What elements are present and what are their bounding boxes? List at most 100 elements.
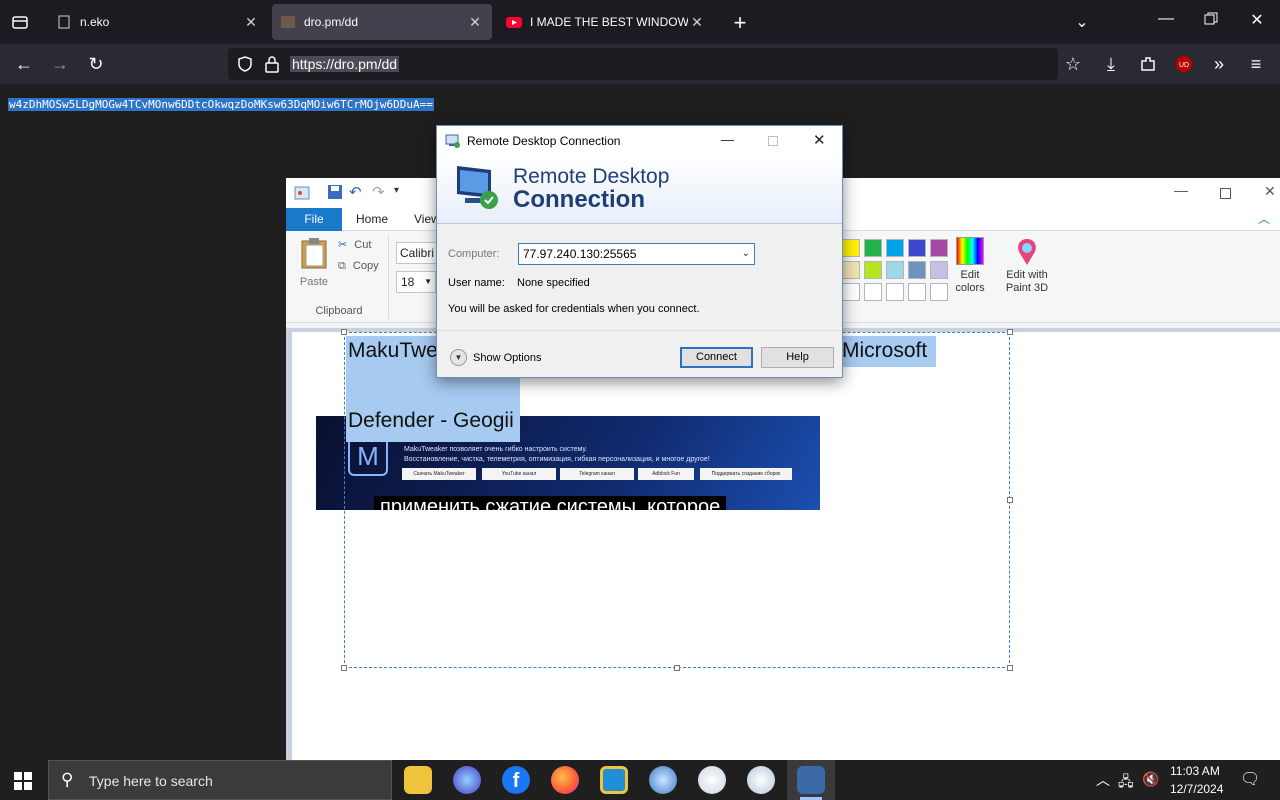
color-swatch-lavender[interactable]	[930, 261, 948, 279]
show-hidden-icons-icon[interactable]: ︿	[1096, 770, 1110, 790]
taskbar-search-box[interactable]: ⚲ Type here to search	[48, 760, 392, 800]
connect-button[interactable]: Connect	[680, 347, 753, 368]
chevron-down-icon[interactable]: ⌄	[742, 248, 750, 259]
edit-with-paint3d-button[interactable]: Edit with Paint 3D	[998, 237, 1056, 295]
paint-app-icon	[294, 185, 310, 206]
close-icon[interactable]: ✕	[813, 131, 826, 149]
svg-text:UD: UD	[1179, 62, 1189, 69]
tab-overview-icon[interactable]	[10, 12, 30, 32]
resize-handle[interactable]	[1007, 497, 1013, 503]
color-swatch-yellow[interactable]	[842, 239, 860, 257]
minimize-icon[interactable]: —	[1156, 10, 1176, 28]
minimize-icon[interactable]: —	[721, 132, 734, 147]
tab-home[interactable]: Home	[348, 208, 396, 231]
restore-icon[interactable]	[1201, 12, 1221, 31]
maximize-icon[interactable]	[1220, 186, 1231, 204]
tab-dro-pm[interactable]: dro.pm/dd ✕	[272, 4, 492, 40]
app-menu-icon[interactable]: ≡	[1244, 52, 1268, 76]
back-icon[interactable]: ←	[12, 52, 36, 76]
color-swatch-lightturquoise[interactable]	[886, 261, 904, 279]
redo-icon[interactable]: ↷	[372, 183, 385, 201]
color-swatch-lightyellow[interactable]	[842, 261, 860, 279]
remote-app-icon[interactable]	[600, 766, 628, 794]
close-tab-icon[interactable]: ✕	[688, 14, 706, 31]
color-swatch-purple[interactable]	[930, 239, 948, 257]
cut-button[interactable]: ✂ Cut	[338, 238, 371, 251]
edit-colors-button[interactable]: Edit colors	[950, 237, 990, 295]
resize-handle[interactable]	[341, 665, 347, 671]
copy-button[interactable]: ⧉ Copy	[338, 260, 379, 273]
url-text[interactable]: https://dro.pm/dd	[290, 56, 400, 72]
font-size-value: 18	[401, 275, 415, 289]
resize-handle[interactable]	[1007, 329, 1013, 335]
network-icon[interactable]: 🖧	[1118, 771, 1134, 795]
help-button[interactable]: Help	[761, 347, 834, 368]
paste-label: Paste	[299, 276, 329, 288]
color-swatch-green[interactable]	[864, 239, 882, 257]
network-tool-icon[interactable]	[649, 766, 677, 794]
selected-base64-text[interactable]: w4zDhMOSw5LDgMOGw4TCvMOnw6DDtcOkwqzDoMKs…	[8, 98, 434, 111]
close-icon[interactable]: ✕	[1264, 183, 1276, 200]
color-swatch-indigo[interactable]	[908, 239, 926, 257]
paste-button[interactable]: Paste	[296, 237, 332, 288]
resize-handle[interactable]	[674, 665, 680, 671]
undo-icon[interactable]: ↶	[349, 183, 362, 201]
tab-file[interactable]: File	[286, 208, 342, 231]
youtube-favicon-icon	[506, 14, 522, 30]
reload-icon[interactable]: ↻	[84, 52, 108, 76]
color-swatch-empty[interactable]	[930, 283, 948, 301]
remote-desktop-taskbar-icon[interactable]	[797, 766, 825, 794]
collapse-ribbon-icon[interactable]: ︿	[1258, 210, 1270, 227]
color-swatch-empty[interactable]	[886, 283, 904, 301]
color-swatch-empty[interactable]	[842, 283, 860, 301]
file-explorer-icon[interactable]	[404, 766, 432, 794]
facebook-icon[interactable]: f	[502, 766, 530, 794]
resize-handle[interactable]	[341, 329, 347, 335]
paint-palette-icon[interactable]	[698, 766, 726, 794]
more-tools-icon[interactable]: »	[1207, 52, 1231, 76]
browser-tab-bar: n.eko ✕ dro.pm/dd ✕ I MADE THE BEST WIND…	[0, 0, 1280, 44]
tab-youtube[interactable]: I MADE THE BEST WINDOWS BUILD ✕	[498, 4, 714, 40]
resize-handle[interactable]	[1007, 665, 1013, 671]
list-all-tabs-icon[interactable]: ⌄	[1072, 12, 1092, 32]
color-swatch-empty[interactable]	[864, 283, 882, 301]
minimize-icon[interactable]: —	[1174, 182, 1188, 198]
tracking-protection-shield-icon[interactable]	[236, 55, 254, 78]
search-icon: ⚲	[61, 770, 74, 789]
downloads-icon[interactable]: ⤓	[1099, 52, 1123, 76]
address-bar[interactable]: https://dro.pm/dd	[228, 48, 1058, 80]
ublock-origin-icon[interactable]: UD	[1172, 52, 1196, 76]
close-tab-icon[interactable]: ✕	[242, 14, 260, 31]
color-swatch-lime[interactable]	[864, 261, 882, 279]
color-swatch-bluegray[interactable]	[908, 261, 926, 279]
extensions-icon[interactable]	[1136, 52, 1160, 76]
clock-time[interactable]: 11:03 AM	[1170, 764, 1220, 778]
close-tab-icon[interactable]: ✕	[466, 14, 484, 31]
tab-neko[interactable]: n.eko ✕	[48, 4, 268, 40]
lock-icon[interactable]	[264, 55, 280, 78]
rdc-monitor-icon	[451, 160, 503, 217]
color-swatch-empty[interactable]	[908, 283, 926, 301]
dro-favicon-icon	[280, 14, 296, 30]
color-swatch-turquoise[interactable]	[886, 239, 904, 257]
clipboard-group-label: Clipboard	[315, 305, 363, 317]
close-window-icon[interactable]: ✕	[1247, 10, 1267, 30]
edit-colors-label: Edit colors	[955, 269, 985, 294]
notifications-icon[interactable]: 🗨	[1240, 769, 1260, 789]
clock-date[interactable]: 12/7/2024	[1170, 782, 1223, 796]
volume-muted-icon[interactable]: 🔇	[1142, 771, 1159, 788]
font-size-select[interactable]: 18 ▼	[396, 271, 436, 293]
save-icon[interactable]	[328, 185, 342, 204]
customize-quick-access-icon[interactable]: ▾	[394, 185, 399, 196]
rdc-title-bar: Remote Desktop Connection — ✕	[437, 126, 842, 156]
paint-app-icon[interactable]	[747, 766, 775, 794]
start-windows-icon[interactable]	[14, 772, 32, 795]
forward-icon[interactable]: →	[48, 52, 72, 76]
canvas-background: M MakuTweaker позволяет очень гибко наст…	[286, 328, 1280, 760]
firefox-icon[interactable]	[551, 766, 579, 794]
new-tab-icon[interactable]: +	[728, 10, 752, 36]
computer-combobox[interactable]: 77.97.240.130:25565 ⌄	[518, 243, 755, 265]
spark-app-icon[interactable]	[453, 766, 481, 794]
bookmark-star-icon[interactable]: ☆	[1061, 52, 1085, 76]
paint-canvas[interactable]: M MakuTweaker позволяет очень гибко наст…	[292, 329, 1280, 760]
